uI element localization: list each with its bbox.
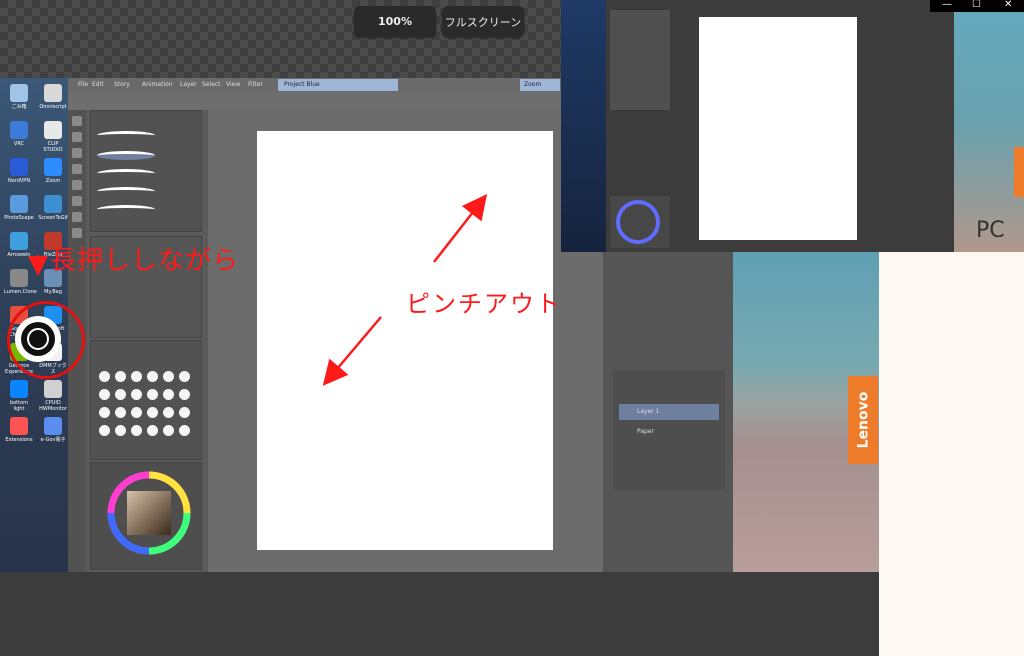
window-controls: — ☐ ✕ (930, 0, 1024, 12)
bottom-margin (0, 572, 879, 656)
pc-desktop-icons (561, 0, 606, 252)
pc-screen-inset: PC (561, 0, 1024, 252)
lenovo-logo-small (1014, 147, 1024, 197)
pc-clip-studio-window (606, 0, 954, 252)
pc-label: PC (976, 218, 1005, 243)
minimize-button[interactable]: — (942, 0, 952, 10)
maximize-button[interactable]: ☐ (972, 0, 981, 10)
close-button[interactable]: ✕ (1004, 0, 1012, 10)
pc-wallpaper (954, 0, 1024, 252)
touch-point-icon (15, 316, 61, 362)
lenovo-logo: Lenovo (848, 376, 878, 464)
pinch-out-annotation: ピンチアウト (406, 290, 562, 318)
hold-annotation: 長押ししながら (50, 246, 240, 276)
blank-area (879, 252, 1024, 656)
pc-drawing-canvas (699, 17, 857, 240)
